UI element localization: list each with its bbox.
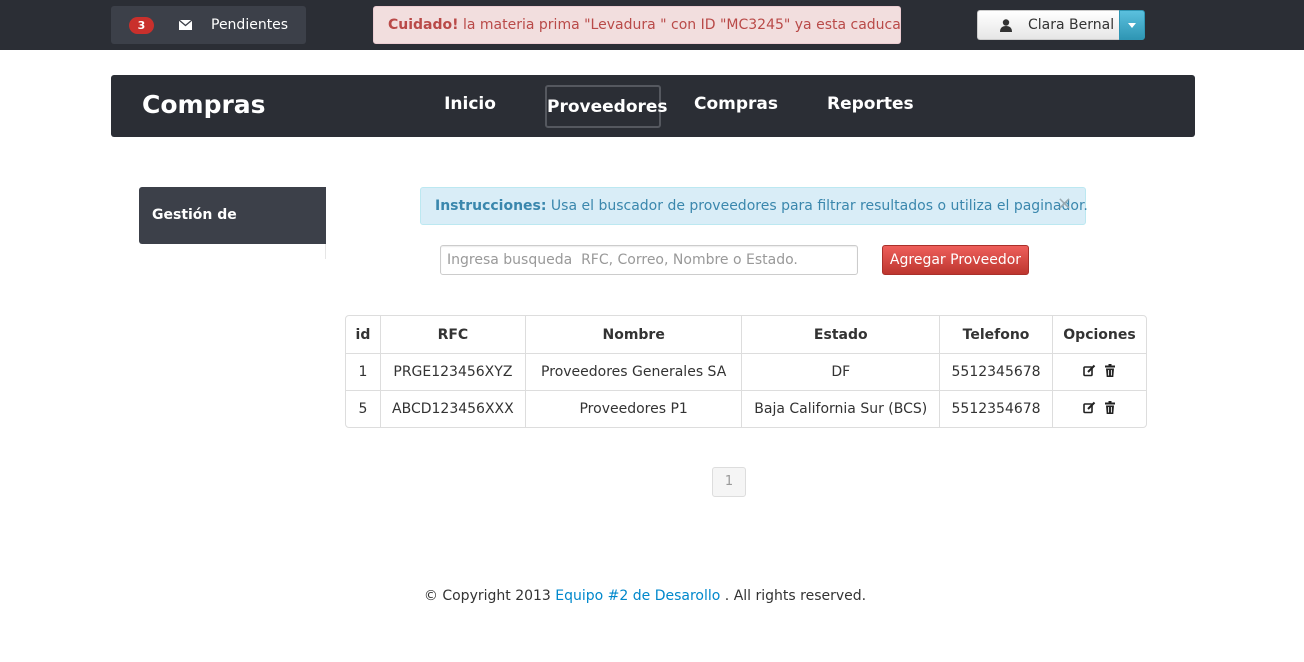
providers-table: id RFC Nombre Estado Telefono Opciones 1…: [345, 315, 1147, 428]
column-header-estado: Estado: [741, 316, 939, 353]
column-header-telefono: Telefono: [939, 316, 1052, 353]
nav-proveedores[interactable]: Proveedores: [545, 85, 668, 128]
search-input[interactable]: [440, 245, 858, 275]
pending-count-badge: 3: [129, 17, 154, 34]
edit-icon[interactable]: [1082, 364, 1096, 377]
footer-team-link[interactable]: Equipo #2 de Desarollo: [555, 588, 720, 604]
brand-title[interactable]: Compras: [142, 90, 266, 119]
cell-nombre: Proveedores P1: [524, 390, 742, 427]
cell-rfc: ABCD123456XXX: [379, 390, 525, 427]
alert-text: la materia prima "Levadura " con ID "MC3…: [458, 17, 901, 33]
cell-nombre: Proveedores Generales SA: [524, 353, 742, 390]
table-row: 1 PRGE123456XYZ Proveedores Generales SA…: [346, 353, 1146, 390]
user-dropdown-toggle[interactable]: [1119, 10, 1145, 40]
top-bar: 3 Pendientes Cuidado! la materia prima "…: [0, 0, 1304, 50]
table-header-row: id RFC Nombre Estado Telefono Opciones: [346, 316, 1146, 353]
footer-rights: . All rights reserved.: [720, 588, 867, 604]
nav-inicio[interactable]: Inicio: [430, 85, 510, 128]
user-icon: [1000, 18, 1014, 32]
sidebar-item-gestion-proveedores[interactable]: Gestión de Proveedores: [139, 187, 326, 280]
pagination-page-1[interactable]: 1: [712, 467, 746, 497]
cell-telefono: 5512345678: [939, 353, 1052, 390]
add-provider-button[interactable]: Agregar Proveedor: [882, 245, 1029, 275]
column-header-rfc: RFC: [379, 316, 525, 353]
table-row: 5 ABCD123456XXX Proveedores P1 Baja Cali…: [346, 390, 1146, 427]
edit-icon[interactable]: [1082, 401, 1096, 414]
column-header-nombre: Nombre: [524, 316, 742, 353]
cell-estado: Baja California Sur (BCS): [741, 390, 940, 427]
column-header-id: id: [355, 326, 371, 343]
user-menu: Clara Bernal: [977, 10, 1145, 40]
trash-icon[interactable]: [1104, 363, 1117, 377]
cell-id: 5: [346, 390, 380, 427]
cell-estado: DF: [741, 353, 940, 390]
main-navbar: Compras Inicio Proveedores Compras Repor…: [111, 75, 1195, 137]
nav-compras[interactable]: Compras: [694, 85, 778, 128]
nav-reportes[interactable]: Reportes: [827, 85, 914, 128]
sidebar-divider: [325, 244, 326, 259]
close-icon[interactable]: ×: [1057, 188, 1072, 220]
cell-opciones: [1052, 353, 1146, 390]
cell-rfc: PRGE123456XYZ: [379, 353, 525, 390]
envelope-icon: [179, 16, 193, 34]
footer-copyright: © Copyright 2013: [423, 588, 556, 604]
trash-icon[interactable]: [1104, 400, 1117, 414]
pending-label: Pendientes: [211, 17, 289, 33]
cell-opciones: [1052, 390, 1146, 427]
cell-id: 1: [346, 353, 380, 390]
caret-down-icon: [1128, 22, 1136, 28]
user-name: Clara Bernal: [1028, 17, 1115, 33]
user-button[interactable]: Clara Bernal: [977, 10, 1119, 40]
column-header-opciones: Opciones: [1052, 316, 1146, 353]
pending-button[interactable]: 3 Pendientes: [111, 6, 306, 44]
instructions-strong: Instrucciones:: [435, 198, 547, 214]
instructions-text: Usa el buscador de proveedores para filt…: [546, 198, 1088, 214]
cell-telefono: 5512354678: [939, 390, 1052, 427]
expiry-alert: Cuidado! la materia prima "Levadura " co…: [373, 6, 901, 44]
alert-strong: Cuidado!: [388, 17, 459, 33]
footer: © Copyright 2013 Equipo #2 de Desarollo …: [0, 588, 1290, 604]
instructions-alert: Instrucciones: Usa el buscador de provee…: [420, 187, 1088, 225]
